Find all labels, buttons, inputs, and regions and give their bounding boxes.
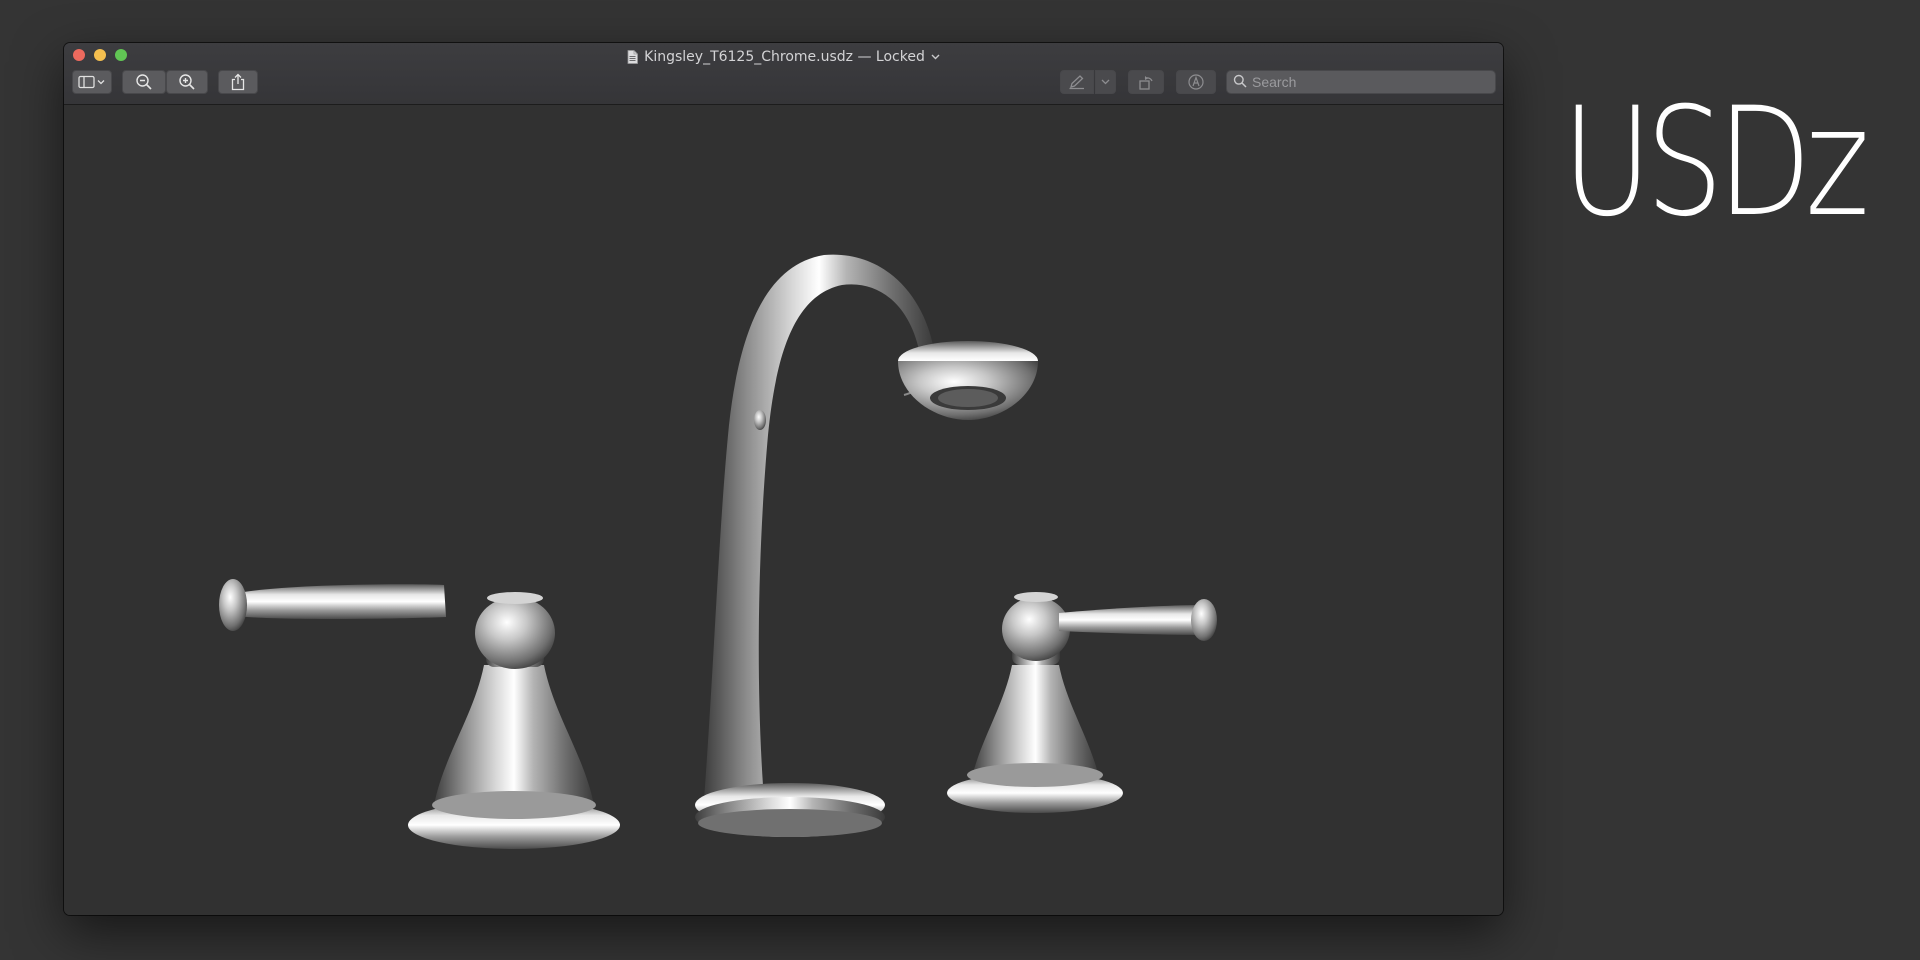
markup-button[interactable] (1060, 70, 1094, 94)
model-viewer[interactable] (64, 105, 1503, 915)
chevron-down-icon (1101, 79, 1110, 85)
markup-circle-icon (1187, 73, 1205, 91)
usdz-brand-label: USDz (1562, 76, 1870, 250)
sidebar-icon (78, 75, 106, 89)
zoom-in-icon (178, 73, 196, 91)
rotate-icon (1137, 73, 1155, 91)
zoom-out-icon (135, 73, 153, 91)
faucet-right-handle (947, 592, 1217, 813)
titlebar[interactable]: Kingsley_T6125_Chrome.usdz — Locked (64, 43, 1503, 105)
window-title[interactable]: Kingsley_T6125_Chrome.usdz — Locked (64, 48, 1503, 66)
search-icon (1233, 73, 1247, 92)
chevron-down-icon (931, 52, 940, 63)
annotate-button[interactable] (1176, 70, 1216, 94)
faucet-left-handle (219, 579, 620, 849)
search-input[interactable] (1252, 74, 1482, 90)
sidebar-toggle-button[interactable] (72, 70, 112, 94)
markup-menu-button[interactable] (1095, 70, 1116, 94)
quicklook-window: Kingsley_T6125_Chrome.usdz — Locked (64, 43, 1503, 915)
share-icon (230, 73, 246, 91)
window-title-text: Kingsley_T6125_Chrome.usdz — Locked (644, 49, 925, 65)
zoom-in-button[interactable] (166, 70, 208, 94)
zoom-out-button[interactable] (122, 70, 166, 94)
search-field[interactable] (1226, 70, 1496, 94)
pen-icon (1068, 74, 1086, 90)
share-button[interactable] (218, 70, 258, 94)
document-icon (627, 50, 639, 64)
faucet-model (219, 254, 1217, 849)
rotate-button[interactable] (1128, 70, 1164, 94)
